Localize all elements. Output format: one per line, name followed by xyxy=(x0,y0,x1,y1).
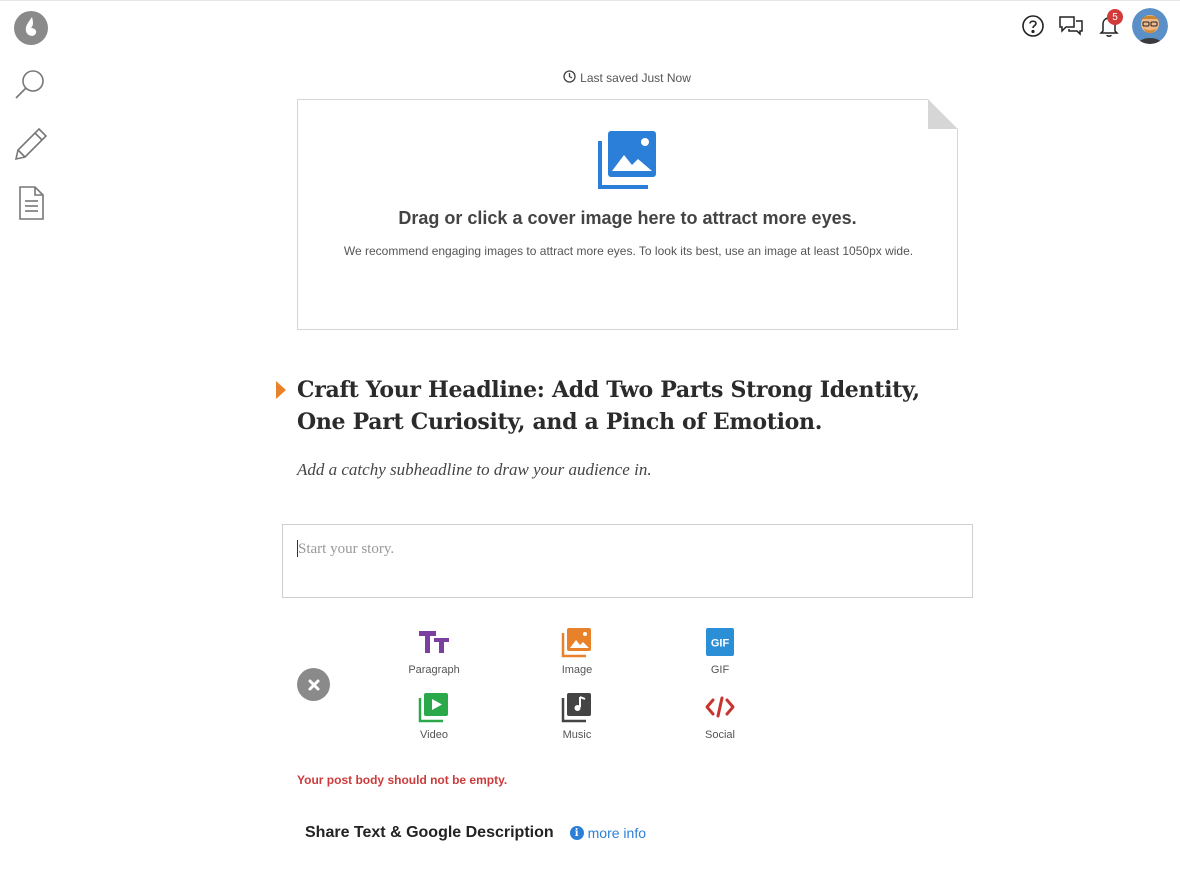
tool-label: GIF xyxy=(710,664,730,676)
bell-icon[interactable]: 5 xyxy=(1094,9,1124,41)
notification-badge: 5 xyxy=(1107,9,1123,25)
music-note-icon xyxy=(561,691,593,723)
tool-label: Image xyxy=(561,664,593,676)
cover-description: We recommend engaging images to attract … xyxy=(343,244,914,258)
share-section-header: Share Text & Google Description i more i… xyxy=(305,824,646,842)
close-toolbox-button[interactable] xyxy=(297,668,330,701)
save-status: Last saved Just Now xyxy=(0,70,1180,86)
headline-input[interactable]: Craft Your Headline: Add Two Parts Stron… xyxy=(297,374,957,438)
video-play-icon xyxy=(418,691,450,723)
cover-title: Drag or click a cover image here to attr… xyxy=(398,208,857,228)
insert-music-button[interactable]: Music xyxy=(532,691,622,741)
gif-icon: GIF xyxy=(704,626,736,658)
code-embed-icon xyxy=(704,691,736,723)
cover-image-dropzone[interactable]: Drag or click a cover image here to attr… xyxy=(297,99,958,330)
section-caret-icon xyxy=(280,874,288,880)
left-rail xyxy=(0,0,62,880)
document-icon[interactable] xyxy=(12,184,50,222)
more-info-link[interactable]: more info xyxy=(588,825,646,841)
subheadline-input[interactable]: Add a catchy subheadline to draw your au… xyxy=(297,460,652,480)
tool-label: Video xyxy=(420,729,448,741)
headline-line: One Part Curiosity, and a Pinch of Emoti… xyxy=(297,409,823,435)
insert-video-button[interactable]: Video xyxy=(389,691,479,741)
tool-label: Paragraph xyxy=(408,664,460,676)
tool-label: Music xyxy=(562,729,592,741)
user-avatar[interactable] xyxy=(1132,8,1168,44)
share-title: Share Text & Google Description xyxy=(305,824,554,841)
help-circle-icon[interactable] xyxy=(1018,11,1048,41)
insert-social-button[interactable]: Social xyxy=(675,691,765,741)
text-cursor xyxy=(297,540,298,557)
top-divider xyxy=(0,0,1180,1)
insert-gif-button[interactable]: GIF GIF xyxy=(675,626,765,676)
image-icon xyxy=(561,626,593,658)
insert-image-button[interactable]: Image xyxy=(532,626,622,676)
page-fold-decoration xyxy=(928,99,958,129)
pencil-icon[interactable] xyxy=(12,125,50,163)
tool-label: Social xyxy=(705,729,735,741)
top-toolbar: 5 xyxy=(1018,8,1168,44)
image-upload-icon xyxy=(598,129,658,194)
text-size-icon xyxy=(418,626,450,658)
svg-text:GIF: GIF xyxy=(711,638,730,650)
save-status-text: Last saved Just Now xyxy=(580,71,691,85)
insert-paragraph-button[interactable]: Paragraph xyxy=(389,626,479,676)
flame-logo-icon[interactable] xyxy=(12,9,50,47)
chat-bubbles-icon[interactable] xyxy=(1056,11,1086,41)
headline-line: Craft Your Headline: Add Two Parts Stron… xyxy=(297,377,920,403)
clock-icon xyxy=(563,70,576,86)
validation-error: Your post body should not be empty. xyxy=(297,773,508,787)
story-body-input[interactable]: Start your story. xyxy=(282,524,973,598)
headline-caret-icon xyxy=(275,380,287,405)
info-icon[interactable]: i xyxy=(569,826,584,840)
